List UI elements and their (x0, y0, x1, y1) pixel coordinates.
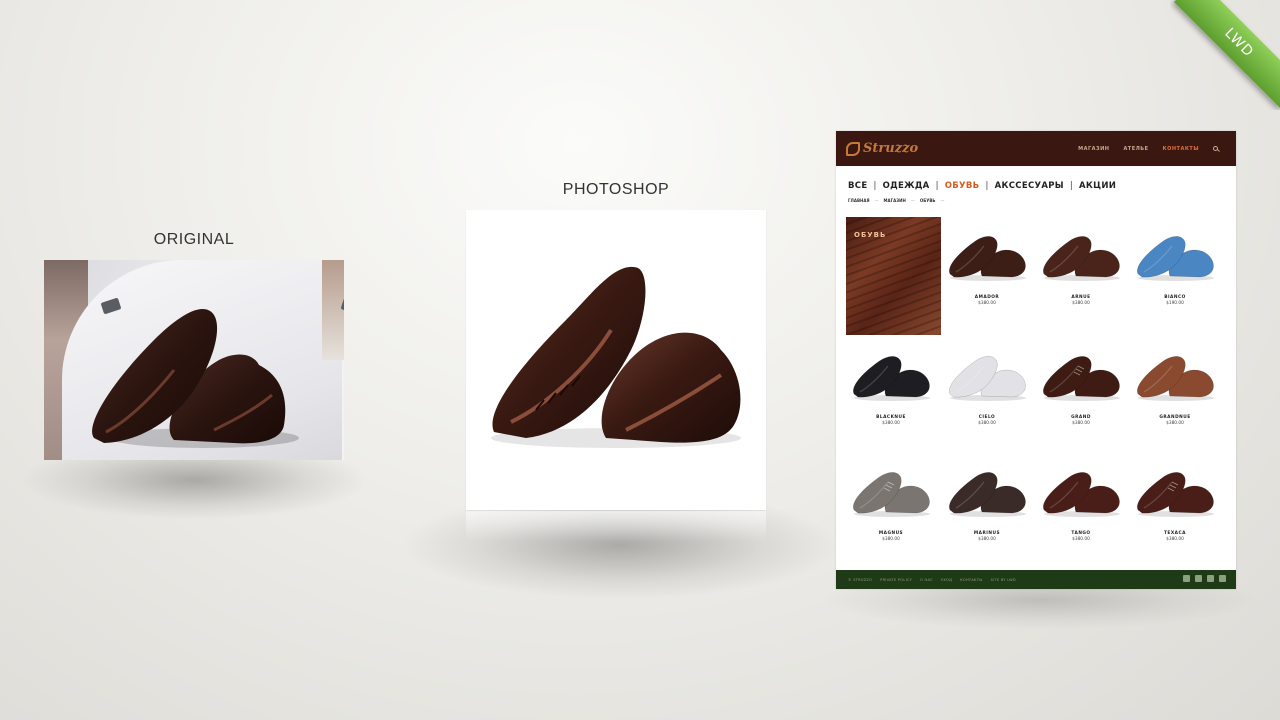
product-name[interactable]: GRANDNUE (1130, 415, 1220, 420)
product-name[interactable]: BLACKNUE (846, 415, 936, 420)
product-name[interactable]: BIANCO (1130, 295, 1220, 300)
product-image (1036, 341, 1126, 411)
instagram-icon[interactable] (1195, 575, 1202, 582)
product-image (1130, 457, 1220, 527)
product-name[interactable]: AMADOR (942, 295, 1032, 300)
photoshop-caption: PHOTOSHOP (562, 181, 670, 198)
product-image (942, 341, 1032, 411)
product-name[interactable]: ARNUE (1036, 295, 1126, 300)
footer-link[interactable]: КОНТАКТЫ (960, 578, 983, 582)
product-card[interactable]: BIANCO $190.00 (1130, 221, 1220, 306)
vk-icon[interactable] (1207, 575, 1214, 582)
product-card[interactable]: ARNUE $380.00 (1036, 221, 1126, 306)
corner-ribbon: LWD (1170, 0, 1280, 110)
site-footer: © STRUZZO PRIVATE POLICY О НАС УХОД КОНТ… (836, 570, 1236, 589)
product-price: $380.00 (978, 537, 996, 542)
product-price: $190.00 (1166, 301, 1184, 306)
lwd-badge: LWD (1173, 0, 1280, 109)
product-price: $380.00 (882, 537, 900, 542)
category-all[interactable]: ВСЕ (848, 181, 867, 191)
product-image (1036, 457, 1126, 527)
shoe-pair-image (491, 266, 741, 448)
product-name[interactable]: TANGO (1036, 531, 1126, 536)
product-card[interactable]: TANGO $380.00 (1036, 457, 1126, 542)
product-card[interactable]: AMADOR $380.00 (942, 221, 1032, 306)
site-logo[interactable]: Struzzo (846, 141, 918, 156)
category-accessories[interactable]: АКССЕСУАРЫ (995, 181, 1064, 191)
footer-link[interactable]: SITE BY LWD (991, 578, 1016, 582)
product-price: $380.00 (882, 421, 900, 426)
product-name[interactable]: MAGNUS (846, 531, 936, 536)
product-image (1130, 341, 1220, 411)
product-price: $380.00 (978, 421, 996, 426)
photoshop-photo (466, 210, 766, 510)
product-card[interactable]: GRAND $380.00 (1036, 341, 1126, 426)
search-icon[interactable] (1213, 146, 1218, 151)
product-name[interactable]: CIELO (942, 415, 1032, 420)
feature-label: ОБУВЬ (854, 231, 887, 239)
nav-item-atelier[interactable]: АТЕЛЬЕ (1123, 146, 1148, 152)
product-card[interactable]: CIELO $380.00 (942, 341, 1032, 426)
nav-item-contacts[interactable]: КОНТАКТЫ (1163, 146, 1199, 152)
logo-text: Struzzo (863, 141, 919, 156)
product-card[interactable]: GRANDNUE $380.00 (1130, 341, 1220, 426)
product-image (846, 341, 936, 411)
product-price: $380.00 (1072, 537, 1090, 542)
product-image (1036, 221, 1126, 291)
youtube-icon[interactable] (1219, 575, 1226, 582)
original-caption: ORIGINAL (153, 231, 235, 248)
breadcrumb: ГЛАВНАЯ — МАГАЗИН — ОБУВЬ — (848, 198, 945, 203)
category-nav: ВСЕ | ОДЕЖДА | ОБУВЬ | АКССЕСУАРЫ | АКЦИ… (848, 181, 1117, 191)
social-links (1183, 575, 1226, 582)
product-image (942, 221, 1032, 291)
product-price: $380.00 (1072, 421, 1090, 426)
footer-link[interactable]: О НАС (920, 578, 933, 582)
product-price: $380.00 (1166, 421, 1184, 426)
category-clothing[interactable]: ОДЕЖДА (883, 181, 930, 191)
facebook-icon[interactable] (1183, 575, 1190, 582)
site-header: Struzzo МАГАЗИН АТЕЛЬЕ КОНТАКТЫ (836, 131, 1236, 166)
feature-banner[interactable]: ОБУВЬ (846, 217, 941, 335)
product-card[interactable]: TEXACA $380.00 (1130, 457, 1220, 542)
product-card[interactable]: MAGNUS $380.00 (846, 457, 936, 542)
product-price: $380.00 (978, 301, 996, 306)
ostrich-logo-icon (846, 141, 860, 156)
footer-link[interactable]: PRIVATE POLICY (880, 578, 912, 582)
product-image (1130, 221, 1220, 291)
product-price: $380.00 (1072, 301, 1090, 306)
product-name[interactable]: MARINUS (942, 531, 1032, 536)
product-price: $380.00 (1166, 537, 1184, 542)
photoshop-reflection (466, 511, 766, 541)
footer-link[interactable]: УХОД (941, 578, 952, 582)
footer-copyright: © STRUZZO (848, 577, 873, 582)
product-name[interactable]: GRAND (1036, 415, 1126, 420)
category-shoes[interactable]: ОБУВЬ (945, 181, 980, 191)
original-photo (44, 260, 344, 460)
breadcrumb-shoes: ОБУВЬ (919, 198, 936, 203)
product-card[interactable]: BLACKNUE $380.00 (846, 341, 936, 426)
product-image (846, 457, 936, 527)
product-name[interactable]: TEXACA (1130, 531, 1220, 536)
product-image (942, 457, 1032, 527)
shoe-pair-image (92, 309, 299, 448)
product-card[interactable]: MARINUS $380.00 (942, 457, 1032, 542)
category-sales[interactable]: АКЦИИ (1079, 181, 1116, 191)
breadcrumb-home[interactable]: ГЛАВНАЯ (848, 198, 870, 203)
top-nav: МАГАЗИН АТЕЛЬЕ КОНТАКТЫ (1078, 131, 1218, 166)
nav-item-shop[interactable]: МАГАЗИН (1078, 146, 1109, 152)
breadcrumb-shop[interactable]: МАГАЗИН (884, 198, 906, 203)
website-mockup: Struzzo МАГАЗИН АТЕЛЬЕ КОНТАКТЫ ВСЕ | ОД… (836, 131, 1236, 589)
